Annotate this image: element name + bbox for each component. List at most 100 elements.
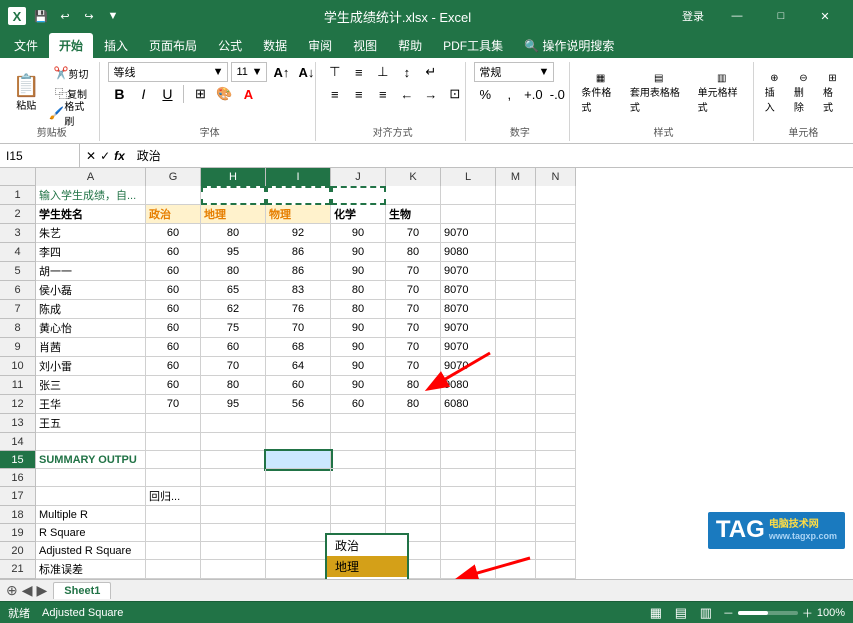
cell-j7[interactable]: 80 xyxy=(331,300,386,319)
cell-l16[interactable] xyxy=(441,469,496,487)
tab-data[interactable]: 数据 xyxy=(253,33,297,58)
dropdown-item-zhengzhi[interactable]: 政治 xyxy=(327,535,407,556)
cell-j3[interactable]: 90 xyxy=(331,224,386,243)
font-name-selector[interactable]: 等线 ▼ xyxy=(108,62,228,82)
customize-qa-icon[interactable]: ▼ xyxy=(104,7,122,25)
tab-help[interactable]: 帮助 xyxy=(388,33,432,58)
tab-review[interactable]: 审阅 xyxy=(298,33,342,58)
tab-insert[interactable]: 插入 xyxy=(94,33,138,58)
conditional-format-button[interactable]: ▦ 条件格式 xyxy=(578,84,623,102)
cell-h21[interactable] xyxy=(201,560,266,579)
dropdown-item-dili[interactable]: 地理 xyxy=(327,556,407,577)
cell-i4[interactable]: 86 xyxy=(266,243,331,262)
cell-a21[interactable]: 标准误差 xyxy=(36,560,146,579)
cell-h16[interactable] xyxy=(201,469,266,487)
cell-a14[interactable] xyxy=(36,433,146,451)
cell-j5[interactable]: 90 xyxy=(331,262,386,281)
cell-k4[interactable]: 80 xyxy=(386,243,441,262)
tab-search[interactable]: 🔍 操作说明搜索 xyxy=(514,33,624,58)
cell-n15[interactable] xyxy=(536,451,576,469)
cell-j10[interactable]: 90 xyxy=(331,357,386,376)
cell-i20[interactable] xyxy=(266,542,331,560)
tab-formula[interactable]: 公式 xyxy=(208,33,252,58)
cell-m20[interactable] xyxy=(496,542,536,560)
cell-a1[interactable]: 输入学生成绩，自... xyxy=(36,186,146,205)
cell-g21[interactable] xyxy=(146,560,201,579)
tab-home[interactable]: 开始 xyxy=(49,33,93,58)
cell-l11[interactable]: 9080 xyxy=(441,376,496,395)
cell-g9[interactable]: 60 xyxy=(146,338,201,357)
cell-m10[interactable] xyxy=(496,357,536,376)
cell-m4[interactable] xyxy=(496,243,536,262)
cell-k18[interactable] xyxy=(386,506,441,524)
cell-m17[interactable] xyxy=(496,487,536,506)
cell-i15[interactable] xyxy=(266,451,331,469)
cell-k11[interactable]: 80 xyxy=(386,376,441,395)
cell-m9[interactable] xyxy=(496,338,536,357)
zoom-out-button[interactable]: － xyxy=(723,605,734,621)
cell-h7[interactable]: 62 xyxy=(201,300,266,319)
zoom-slider[interactable] xyxy=(738,611,798,615)
tab-view[interactable]: 视图 xyxy=(343,33,387,58)
cell-l1[interactable] xyxy=(441,186,496,205)
page-layout-view-button[interactable]: ▤ xyxy=(670,603,692,623)
cell-k6[interactable]: 70 xyxy=(386,281,441,300)
cell-k7[interactable]: 70 xyxy=(386,300,441,319)
cell-g15[interactable] xyxy=(146,451,201,469)
font-size-selector[interactable]: 11 ▼ xyxy=(231,62,267,82)
cell-g3[interactable]: 60 xyxy=(146,224,201,243)
decrease-decimal-button[interactable]: -.0 xyxy=(546,84,568,104)
cell-j8[interactable]: 90 xyxy=(331,319,386,338)
cell-h17[interactable] xyxy=(201,487,266,506)
border-button[interactable]: ⊞ xyxy=(189,84,211,104)
cell-j11[interactable]: 90 xyxy=(331,376,386,395)
redo-icon[interactable]: ↪ xyxy=(80,7,98,25)
cut-button[interactable]: ✂️ 剪切 xyxy=(46,64,95,82)
cell-g2[interactable]: 政治 xyxy=(146,205,201,224)
cell-m2[interactable] xyxy=(496,205,536,224)
cell-a7[interactable]: 陈成 xyxy=(36,300,146,319)
cell-a3[interactable]: 朱艺 xyxy=(36,224,146,243)
cell-h15[interactable] xyxy=(201,451,266,469)
font-color-button[interactable]: A xyxy=(237,84,259,104)
number-format-selector[interactable]: 常规 ▼ xyxy=(474,62,554,82)
cell-k3[interactable]: 70 xyxy=(386,224,441,243)
confirm-formula-icon[interactable]: ✓ xyxy=(100,149,110,163)
cell-g5[interactable]: 60 xyxy=(146,262,201,281)
cell-n3[interactable] xyxy=(536,224,576,243)
grow-font-button[interactable]: A↑ xyxy=(270,62,292,82)
cell-n4[interactable] xyxy=(536,243,576,262)
cell-g19[interactable] xyxy=(146,524,201,542)
cell-j9[interactable]: 90 xyxy=(331,338,386,357)
cell-i7[interactable]: 76 xyxy=(266,300,331,319)
add-sheet-button[interactable]: ⊕ xyxy=(6,582,18,599)
close-button[interactable]: ✕ xyxy=(805,2,845,30)
cell-n11[interactable] xyxy=(536,376,576,395)
fill-color-button[interactable]: 🎨 xyxy=(213,84,235,104)
cell-m12[interactable] xyxy=(496,395,536,414)
italic-button[interactable]: I xyxy=(132,84,154,104)
cell-i19[interactable] xyxy=(266,524,331,542)
cell-g18[interactable] xyxy=(146,506,201,524)
cell-i16[interactable] xyxy=(266,469,331,487)
cell-i6[interactable]: 83 xyxy=(266,281,331,300)
increase-indent-button[interactable]: → xyxy=(420,84,442,104)
cell-l10[interactable]: 9070 xyxy=(441,357,496,376)
undo-icon[interactable]: ↩ xyxy=(56,7,74,25)
cell-m14[interactable] xyxy=(496,433,536,451)
cell-n7[interactable] xyxy=(536,300,576,319)
cell-m1[interactable] xyxy=(496,186,536,205)
tab-file[interactable]: 文件 xyxy=(4,33,48,58)
underline-button[interactable]: U xyxy=(156,84,178,104)
cell-m19[interactable] xyxy=(496,524,536,542)
cancel-formula-icon[interactable]: ✕ xyxy=(86,149,96,163)
cell-g20[interactable] xyxy=(146,542,201,560)
cell-g7[interactable]: 60 xyxy=(146,300,201,319)
cell-k17[interactable] xyxy=(386,487,441,506)
tab-page-layout[interactable]: 页面布局 xyxy=(139,33,207,58)
cell-a18[interactable]: Multiple R xyxy=(36,506,146,524)
sheet-tab-1[interactable]: Sheet1 xyxy=(53,582,111,599)
cell-k14[interactable] xyxy=(386,433,441,451)
cell-k5[interactable]: 70 xyxy=(386,262,441,281)
cell-i5[interactable]: 86 xyxy=(266,262,331,281)
